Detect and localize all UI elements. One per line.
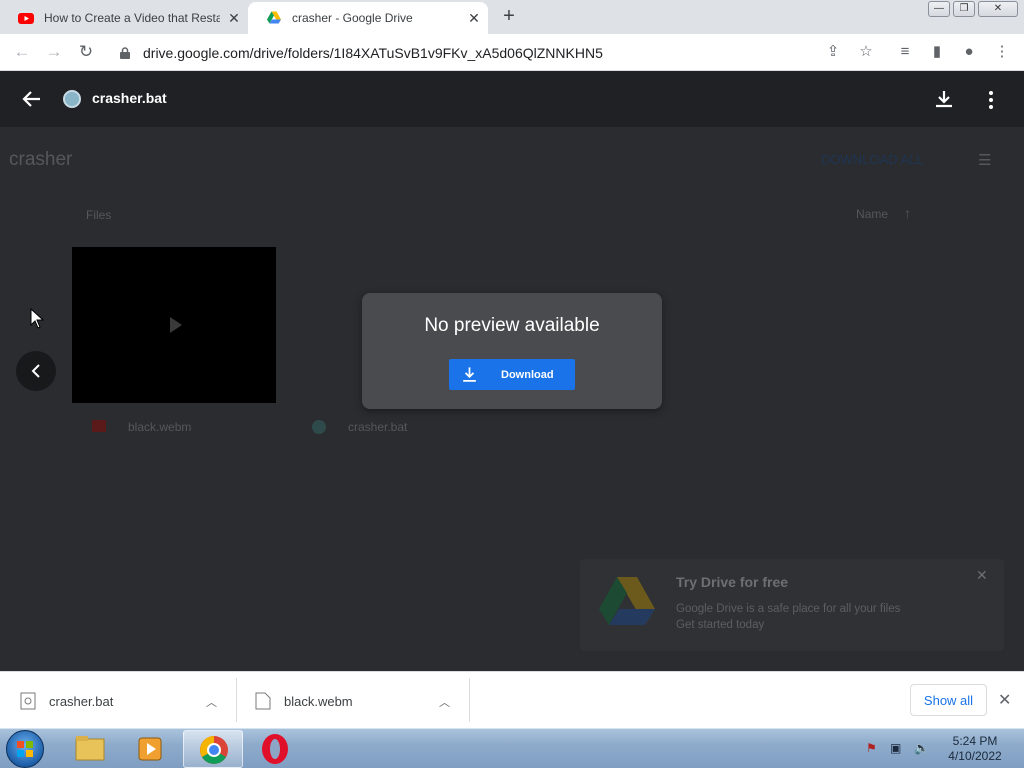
mouse-cursor xyxy=(30,308,44,329)
sort-label: Name xyxy=(856,207,889,221)
tab-youtube[interactable]: How to Create a Video that Resta ✕ xyxy=(0,2,248,34)
chrome-icon xyxy=(200,736,228,764)
file-icon xyxy=(255,692,271,710)
clock-date: 4/10/2022 xyxy=(948,749,1002,763)
video-thumbnail xyxy=(72,247,276,403)
action-center-warning-icon[interactable]: ⚑ xyxy=(866,741,877,755)
clock-time: 5:24 PM xyxy=(952,734,998,748)
tab-google-drive[interactable]: crasher - Google Drive ✕ xyxy=(248,2,488,34)
download-icon[interactable] xyxy=(932,87,956,111)
file-name: black.webm xyxy=(128,420,192,434)
bookmark-star-icon[interactable]: ☆ xyxy=(856,42,876,62)
opera-taskbar-button[interactable] xyxy=(245,730,305,768)
forward-icon[interactable]: → xyxy=(42,40,66,64)
opera-icon xyxy=(262,734,288,764)
download-button-label: Download xyxy=(501,368,554,381)
browser-toolbar: ← → ↻ drive.google.com/drive/folders/1I8… xyxy=(0,34,1024,71)
system-clock[interactable]: 5:24 PM 4/10/2022 xyxy=(940,734,1010,764)
restore-window-button[interactable]: ❐ xyxy=(953,1,975,17)
download-shelf: crasher.bat ︿ black.webm ︿ Show all ✕ xyxy=(0,671,1024,728)
folder-icon xyxy=(75,736,105,761)
promo-body-line: Google Drive is a safe place for all you… xyxy=(676,603,901,615)
screen: How to Create a Video that Resta ✕ crash… xyxy=(0,0,1024,768)
windows-taskbar: ⚑ ▣ 🔈 5:24 PM 4/10/2022 xyxy=(0,728,1024,768)
lock-icon xyxy=(120,46,130,59)
more-options-icon[interactable] xyxy=(986,89,996,111)
no-preview-dialog: No preview available Download xyxy=(362,293,662,409)
folder-title: crasher xyxy=(9,149,73,170)
tab-title: crasher - Google Drive xyxy=(292,11,413,25)
preview-file-name: crasher.bat xyxy=(92,90,167,106)
youtube-icon xyxy=(18,13,34,24)
download-icon xyxy=(463,367,476,382)
drive-promo-card: Try Drive for free Google Drive is a saf… xyxy=(580,559,1004,651)
reload-icon[interactable]: ↻ xyxy=(74,40,98,64)
download-all-link: DOWNLOAD ALL xyxy=(821,152,924,167)
previous-file-button[interactable] xyxy=(16,351,56,391)
profile-avatar-icon[interactable]: ● xyxy=(959,42,979,62)
minimize-window-button[interactable]: — xyxy=(928,1,950,17)
download-item[interactable]: black.webm ︿ xyxy=(255,680,465,722)
play-icon xyxy=(170,317,182,333)
bat-file-icon xyxy=(312,420,326,434)
back-arrow-icon[interactable] xyxy=(20,87,44,111)
volume-icon[interactable]: 🔈 xyxy=(914,741,929,755)
download-item[interactable]: crasher.bat ︿ xyxy=(20,680,230,722)
show-all-button[interactable]: Show all xyxy=(910,684,987,716)
download-file-name: crasher.bat xyxy=(49,693,114,709)
side-panel-icon[interactable]: ▮ xyxy=(927,42,947,62)
chevron-up-icon[interactable]: ︿ xyxy=(439,694,450,710)
promo-body-line: Get started today xyxy=(676,619,765,631)
chrome-taskbar-button[interactable] xyxy=(183,730,243,768)
google-drive-logo-icon xyxy=(599,577,655,625)
promo-body: Google Drive is a safe place for all you… xyxy=(676,601,976,633)
new-tab-button[interactable]: + xyxy=(498,6,520,28)
download-button[interactable]: Download xyxy=(449,359,575,390)
sort-arrow-up-icon: ↑ xyxy=(904,205,911,221)
explorer-taskbar-button[interactable] xyxy=(60,730,120,768)
start-button[interactable] xyxy=(6,730,44,768)
chevron-up-icon[interactable]: ︿ xyxy=(206,694,217,710)
promo-title: Try Drive for free xyxy=(676,574,789,590)
drive-page: crasher DOWNLOAD ALL ☰ Files Name ↑ blac… xyxy=(0,71,1024,671)
close-tab-icon[interactable]: ✕ xyxy=(220,10,248,27)
files-section-label: Files xyxy=(86,208,112,222)
tab-strip: How to Create a Video that Resta ✕ crash… xyxy=(0,0,1024,34)
address-bar[interactable]: drive.google.com/drive/folders/1I84XATuS… xyxy=(106,38,886,67)
divider xyxy=(469,678,470,722)
network-icon[interactable]: ▣ xyxy=(890,741,901,755)
google-drive-icon xyxy=(267,11,281,24)
list-view-icon: ☰ xyxy=(978,152,992,169)
chevron-left-icon xyxy=(31,364,40,378)
close-tab-icon[interactable]: ✕ xyxy=(460,10,488,27)
back-icon[interactable]: ← xyxy=(10,40,34,64)
media-player-taskbar-button[interactable] xyxy=(121,730,181,768)
windows-logo-icon xyxy=(17,741,33,757)
close-window-button[interactable]: ✕ xyxy=(978,1,1018,17)
file-settings-icon xyxy=(20,692,36,710)
tab-title: How to Create a Video that Resta xyxy=(44,11,220,25)
no-preview-message: No preview available xyxy=(424,315,600,336)
preview-header: crasher.bat xyxy=(0,71,1024,127)
file-name: crasher.bat xyxy=(348,420,408,434)
file-type-icon xyxy=(63,90,81,108)
close-promo-icon[interactable]: ✕ xyxy=(976,567,988,584)
url-text: drive.google.com/drive/folders/1I84XATuS… xyxy=(143,44,603,61)
divider xyxy=(236,678,237,722)
media-player-icon xyxy=(138,737,162,761)
video-file-icon xyxy=(92,420,106,432)
close-shelf-icon[interactable]: ✕ xyxy=(998,690,1011,710)
chrome-menu-icon[interactable]: ⋮ xyxy=(992,42,1012,62)
share-icon[interactable]: ⇪ xyxy=(823,42,843,62)
download-file-name: black.webm xyxy=(284,693,353,709)
media-control-icon[interactable]: ≡ xyxy=(895,42,915,62)
